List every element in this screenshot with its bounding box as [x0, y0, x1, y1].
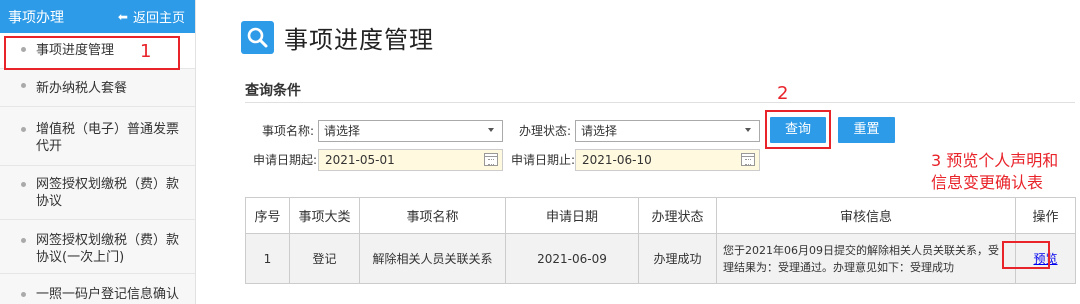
- table-row: 1 登记 解除相关人员关联关系 2021-06-09 办理成功 您于2021年0…: [245, 233, 1076, 284]
- annotation-step-3-line2: 信息变更确认表: [931, 173, 1044, 192]
- annotation-step-1: 1: [140, 41, 152, 62]
- sidebar-item-label: 事项进度管理: [36, 43, 115, 58]
- col-header-name: 事项名称: [359, 197, 506, 234]
- status-value: 请选择: [581, 124, 618, 138]
- results-table: 序号 事项大类 事项名称 申请日期 办理状态 审核信息 操作 1 登记 解除相关…: [245, 197, 1076, 284]
- cell-date: 2021-06-09: [505, 233, 639, 284]
- item-name-select[interactable]: 请选择: [318, 120, 503, 142]
- date-start-input[interactable]: 2021-05-01: [318, 149, 503, 171]
- sidebar-item-tax-agreement-onsite[interactable]: 网签授权划缴税（费）款协议(一次上门): [0, 220, 195, 274]
- chevron-down-icon: [488, 128, 494, 132]
- annotation-step-3: 3 预览个人声明和 信息变更确认表: [931, 150, 1058, 194]
- sidebar-item-registration-confirm[interactable]: 一照一码户登记信息确认: [0, 274, 195, 304]
- sidebar-menu: 事项进度管理 新办纳税人套餐 增值税（电子）普通发票代开 网签授权划缴税（费）款…: [0, 33, 195, 304]
- date-start-value: 2021-05-01: [325, 153, 395, 167]
- calendar-icon[interactable]: [741, 153, 755, 166]
- col-header-date: 申请日期: [505, 197, 639, 234]
- status-label: 办理状态:: [519, 124, 572, 138]
- sidebar-item-tax-agreement[interactable]: 网签授权划缴税（费）款协议: [0, 166, 195, 220]
- sidebar-item-progress-management[interactable]: 事项进度管理: [0, 33, 195, 69]
- query-section-label: 查询条件: [245, 83, 301, 99]
- back-arrow-icon: ⬅︎: [117, 9, 128, 24]
- item-name-value: 请选择: [324, 124, 361, 138]
- status-select[interactable]: 请选择: [575, 120, 760, 142]
- bullet-icon: [21, 182, 26, 187]
- sidebar-item-label: 网签授权划缴税（费）款协议(一次上门): [36, 233, 180, 265]
- sidebar-item-label: 增值税（电子）普通发票代开: [36, 122, 180, 154]
- calendar-icon[interactable]: [484, 153, 498, 166]
- chevron-down-icon: [745, 128, 751, 132]
- col-header-review: 审核信息: [716, 197, 1016, 234]
- section-divider: [245, 102, 1075, 103]
- search-button[interactable]: 查询: [770, 117, 826, 143]
- sidebar-header: 事项办理 ⬅︎ 返回主页: [0, 0, 195, 33]
- date-end-value: 2021-06-10: [582, 153, 652, 167]
- col-header-status: 办理状态: [638, 197, 717, 234]
- col-header-category: 事项大类: [289, 197, 360, 234]
- search-icon: [241, 21, 274, 54]
- sidebar-title: 事项办理: [8, 9, 64, 26]
- cell-name: 解除相关人员关联关系: [359, 233, 506, 284]
- annotation-step-2: 2: [777, 83, 789, 104]
- cell-category: 登记: [289, 233, 360, 284]
- date-end-label: 申请日期止:: [511, 153, 576, 167]
- bullet-icon: [21, 127, 26, 132]
- date-start-label: 申请日期起:: [253, 153, 318, 167]
- annotation-step-3-line1: 3 预览个人声明和: [931, 151, 1059, 170]
- page-header: 事项进度管理: [241, 20, 434, 55]
- sidebar-item-new-taxpayer-package[interactable]: 新办纳税人套餐: [0, 69, 195, 107]
- preview-link[interactable]: 预览: [1033, 252, 1057, 266]
- sidebar-item-label: 新办纳税人套餐: [36, 81, 128, 96]
- date-end-input[interactable]: 2021-06-10: [575, 149, 760, 171]
- bullet-icon: [21, 83, 26, 88]
- back-home-label: 返回主页: [132, 11, 185, 26]
- cell-action: 预览: [1015, 233, 1076, 284]
- cell-review: 您于2021年06月09日提交的解除相关人员关联关系，受理结果为：受理通过。办理…: [716, 233, 1016, 284]
- back-home-link[interactable]: ⬅︎ 返回主页: [117, 7, 185, 27]
- cell-status: 办理成功: [638, 233, 717, 284]
- bullet-icon: [21, 238, 26, 243]
- main-content: 事项进度管理 查询条件 事项名称: 请选择 办理状态: 请选择 查询 重置 2 …: [197, 0, 1080, 304]
- reset-button[interactable]: 重置: [838, 117, 895, 143]
- sidebar-item-vat-invoice[interactable]: 增值税（电子）普通发票代开: [0, 107, 195, 166]
- col-header-action: 操作: [1015, 197, 1076, 234]
- page-title: 事项进度管理: [284, 26, 434, 54]
- table-header-row: 序号 事项大类 事项名称 申请日期 办理状态 审核信息 操作: [245, 197, 1076, 234]
- sidebar-item-label: 一照一码户登记信息确认: [36, 287, 180, 302]
- col-header-index: 序号: [245, 197, 290, 234]
- sidebar: 事项办理 ⬅︎ 返回主页 事项进度管理 新办纳税人套餐 增值税（电子）普通发票代…: [0, 0, 196, 304]
- bullet-icon: [21, 292, 26, 297]
- sidebar-item-label: 网签授权划缴税（费）款协议: [36, 177, 180, 209]
- item-name-label: 事项名称:: [262, 124, 315, 138]
- bullet-icon: [21, 47, 26, 52]
- cell-index: 1: [245, 233, 290, 284]
